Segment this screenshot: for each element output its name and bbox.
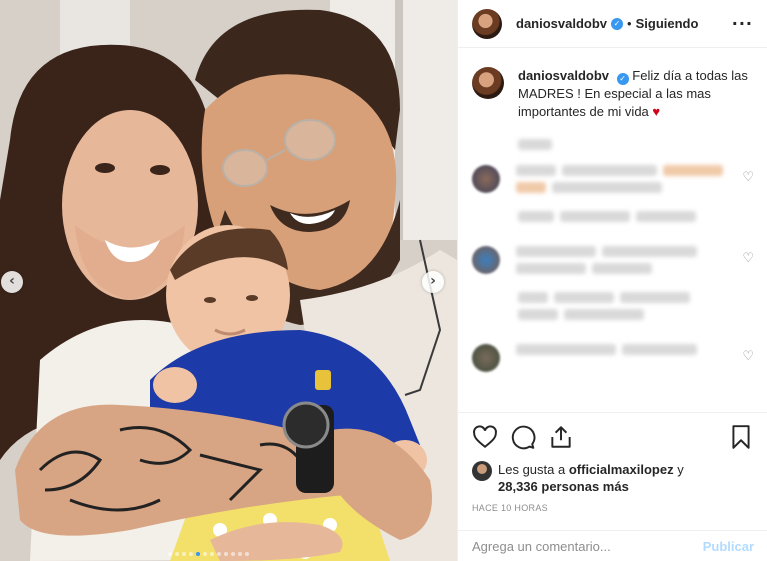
caption-text: daniosvaldobv ✓ Feliz día a todas las MA… xyxy=(518,67,754,121)
verified-badge-icon: ✓ xyxy=(616,73,629,85)
family-photo xyxy=(0,0,457,561)
more-options-icon[interactable]: ··· xyxy=(732,14,753,33)
caption: daniosvaldobv ✓ Feliz día a todas las MA… xyxy=(472,67,754,121)
verified-badge-icon: ✓ xyxy=(611,17,624,30)
avatar[interactable] xyxy=(472,8,502,39)
share-icon[interactable] xyxy=(548,424,574,450)
post-sidebar: daniosvaldobv ✓ • Siguiendo ··· daniosva… xyxy=(457,0,767,561)
post-header: daniosvaldobv ✓ • Siguiendo ··· xyxy=(458,0,767,48)
post-actions: Les gusta a officialmaxilopez y 28,336 p… xyxy=(458,412,767,530)
list-item: ♡ xyxy=(472,246,754,274)
follow-status-button[interactable]: Siguiendo xyxy=(636,16,699,31)
chevron-right-icon: › xyxy=(430,273,436,289)
comment-input[interactable] xyxy=(472,538,703,554)
carousel-dot xyxy=(182,552,186,556)
heart-icon[interactable] xyxy=(472,424,498,450)
likes-user-link[interactable]: officialmaxilopez xyxy=(569,462,674,477)
blurred-line xyxy=(518,292,733,320)
likes-suffix: y xyxy=(677,462,684,477)
carousel-dot xyxy=(217,552,221,556)
chevron-left-icon: ‹ xyxy=(9,273,15,289)
list-item: ♡ xyxy=(472,344,754,372)
caption-avatar[interactable] xyxy=(472,67,504,99)
likes-summary: Les gusta a officialmaxilopez y 28,336 p… xyxy=(472,461,754,495)
carousel-dot xyxy=(203,552,207,556)
action-icons xyxy=(472,421,754,453)
carousel-dot xyxy=(196,552,200,556)
likes-prefix: Les gusta a xyxy=(498,462,566,477)
carousel-dot xyxy=(189,552,193,556)
avatar[interactable] xyxy=(472,246,500,274)
blurred-line xyxy=(518,211,754,222)
blurred-comment xyxy=(516,246,731,274)
comment-icon[interactable] xyxy=(510,424,536,450)
avatar[interactable] xyxy=(472,461,492,481)
carousel-dot xyxy=(168,552,172,556)
carousel-dot xyxy=(210,552,214,556)
carousel-dot xyxy=(245,552,249,556)
carousel-dot xyxy=(231,552,235,556)
comment-like-icon[interactable]: ♡ xyxy=(742,250,754,266)
avatar[interactable] xyxy=(472,165,500,193)
comments-list[interactable]: daniosvaldobv ✓ Feliz día a todas las MA… xyxy=(458,67,767,412)
post-photo[interactable]: ‹ › xyxy=(0,0,457,561)
bookmark-icon[interactable] xyxy=(728,424,754,450)
carousel-dots xyxy=(168,552,249,556)
red-heart-emoji: ♥ xyxy=(652,104,661,119)
blurred-line xyxy=(518,137,754,155)
add-comment-bar: Publicar xyxy=(458,530,767,561)
post-timestamp: HACE 10 HORAS xyxy=(472,503,548,513)
comment-like-icon[interactable]: ♡ xyxy=(742,169,754,185)
carousel-prev-button[interactable]: ‹ xyxy=(1,271,23,293)
blurred-comment xyxy=(516,344,731,355)
carousel-dot xyxy=(224,552,228,556)
separator: • xyxy=(627,16,632,31)
comment-like-icon[interactable]: ♡ xyxy=(742,348,754,364)
caption-username[interactable]: daniosvaldobv xyxy=(518,68,609,83)
blurred-comment xyxy=(516,165,731,193)
carousel-dot xyxy=(238,552,242,556)
publish-button[interactable]: Publicar xyxy=(703,539,754,554)
carousel-next-button[interactable]: › xyxy=(422,271,444,293)
carousel-dot xyxy=(175,552,179,556)
likes-count-link[interactable]: 28,336 personas más xyxy=(498,479,629,494)
list-item: ♡ xyxy=(472,165,754,193)
avatar[interactable] xyxy=(472,344,500,372)
header-username[interactable]: daniosvaldobv xyxy=(516,16,607,31)
